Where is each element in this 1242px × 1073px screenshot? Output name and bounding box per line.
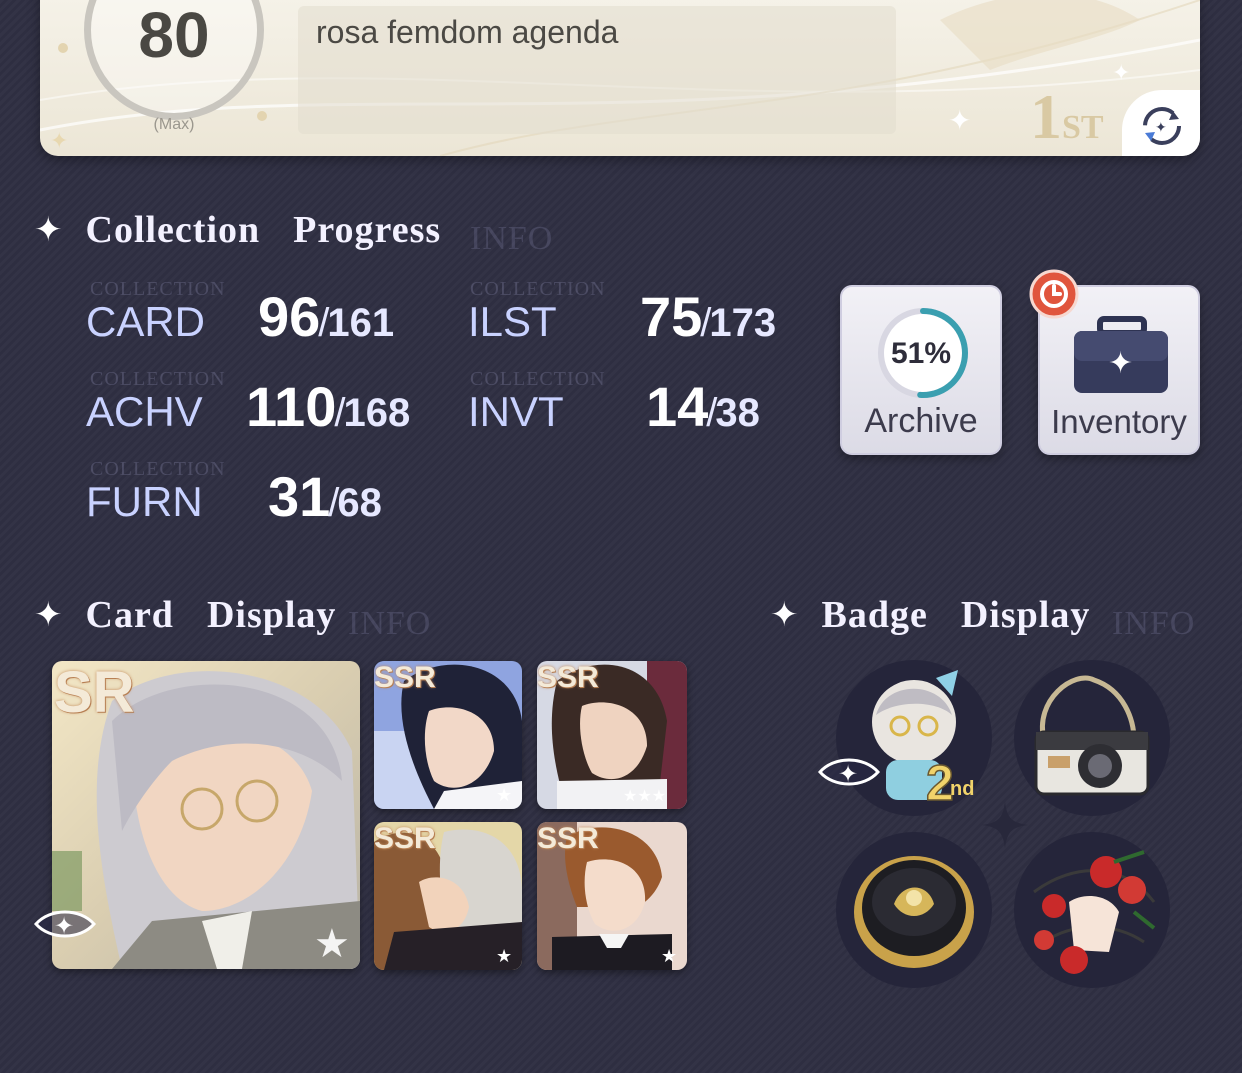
badge-display-title: ✦ Badge Display [770,593,1090,637]
stat-invt: INVT 14 / 38 [468,374,760,439]
player-level: 80 [138,0,210,71]
rank-suffix: ST [1062,109,1104,146]
stat-label: ILST [468,298,557,345]
rose-hands-icon [1033,850,1156,974]
svg-text:★: ★ [496,946,512,967]
display-card-4[interactable]: ★ SSR [374,822,522,970]
gold-pin-icon [854,856,974,968]
rarity-label: SR [54,661,135,725]
collection-ghost-text: INFO [470,220,554,257]
stat-current: 110 [246,375,337,438]
svg-text:✦: ✦ [50,129,68,154]
rarity-label: SSR [374,822,436,855]
badge-display-title-text: Badge Display [821,594,1091,636]
stat-label: ACHV [86,388,203,435]
badge-display-ghost-text: INFO [1112,605,1196,642]
svg-text:✦: ✦ [838,760,858,788]
display-card-5[interactable]: ★ SSR [537,822,687,970]
sparkle-icon: ✦ [770,595,800,635]
sparkle-icon: ✦ [34,595,64,635]
stat-total: 161 [327,301,395,345]
card-display-title-text: Card Display [85,594,337,636]
stat-achv: ACHV 110 / 168 [86,374,410,439]
collection-progress-title: ✦ Collection Progress [34,208,441,252]
sparkle-decoration-icon [982,802,1028,848]
display-card-1[interactable]: ★ SR [52,661,360,969]
badge-camera[interactable] [1014,660,1170,816]
rarity-label: SSR [537,822,599,855]
stat-total: 68 [337,481,382,525]
svg-text:✦: ✦ [1155,120,1167,136]
eye-icon[interactable]: ✦ [32,904,98,944]
badge-gold-pin[interactable] [836,832,992,988]
swap-icon: ✦ [1143,107,1181,145]
clock-alert-icon [1029,269,1079,319]
svg-text:✦: ✦ [948,104,971,137]
archive-percent: 51% [890,337,952,370]
badge-chibi-anniversary[interactable]: 2 nd [836,660,992,816]
stat-current: 14 [646,375,709,438]
swap-button[interactable]: ✦ [1122,90,1200,156]
svg-text:★: ★ [661,946,677,967]
archive-label: Archive [864,402,978,440]
display-card-2[interactable]: ★ SSR [374,661,522,809]
inventory-label: Inventory [1051,403,1187,440]
bio-text: rosa femdom agenda [316,14,619,50]
rarity-label: SSR [374,661,436,694]
svg-text:★: ★ [496,785,512,806]
card-display-title: ✦ Card Display [34,593,336,637]
profile-card: ✦ ✦ ✦ 80 (Max) rosa femdom agenda 1ST ✦ [40,0,1200,156]
svg-text:✦: ✦ [1108,346,1133,381]
stat-ilst: ILST 75 / 173 [468,284,776,349]
stat-total: 168 [343,391,411,435]
rank-number: 1 [1030,81,1062,152]
stat-label: FURN [86,478,203,525]
stat-total: 38 [715,391,760,435]
collection-title-text: Collection Progress [85,209,442,251]
stat-current: 31 [268,465,331,528]
badge-rose-hands[interactable] [1014,832,1170,988]
svg-text:★: ★ [314,921,350,967]
stat-furn: FURN 31 / 68 [86,464,382,529]
badge-suffix: nd [950,778,975,800]
svg-text:✦: ✦ [54,912,74,940]
rank-label: 1ST [1030,80,1104,154]
rarity-label: SSR [537,661,599,694]
level-max-note: (Max) [153,116,195,133]
stat-card: CARD 96 / 161 [86,284,394,349]
stat-current: 96 [258,285,321,348]
svg-text:✦: ✦ [1112,61,1130,86]
eye-icon[interactable]: ✦ [816,752,882,792]
svg-text:★★★: ★★★ [623,786,666,805]
card-display-ghost-text: INFO [348,605,432,642]
archive-button[interactable]: 51% Archive [840,285,1002,455]
display-card-3[interactable]: ★★★ SSR [537,661,687,809]
stat-label: INVT [468,388,564,435]
camera-icon [1034,675,1150,796]
stat-total: 173 [709,301,777,345]
stat-label: CARD [86,298,206,345]
stat-current: 75 [640,285,703,348]
sparkle-icon: ✦ [34,210,64,250]
